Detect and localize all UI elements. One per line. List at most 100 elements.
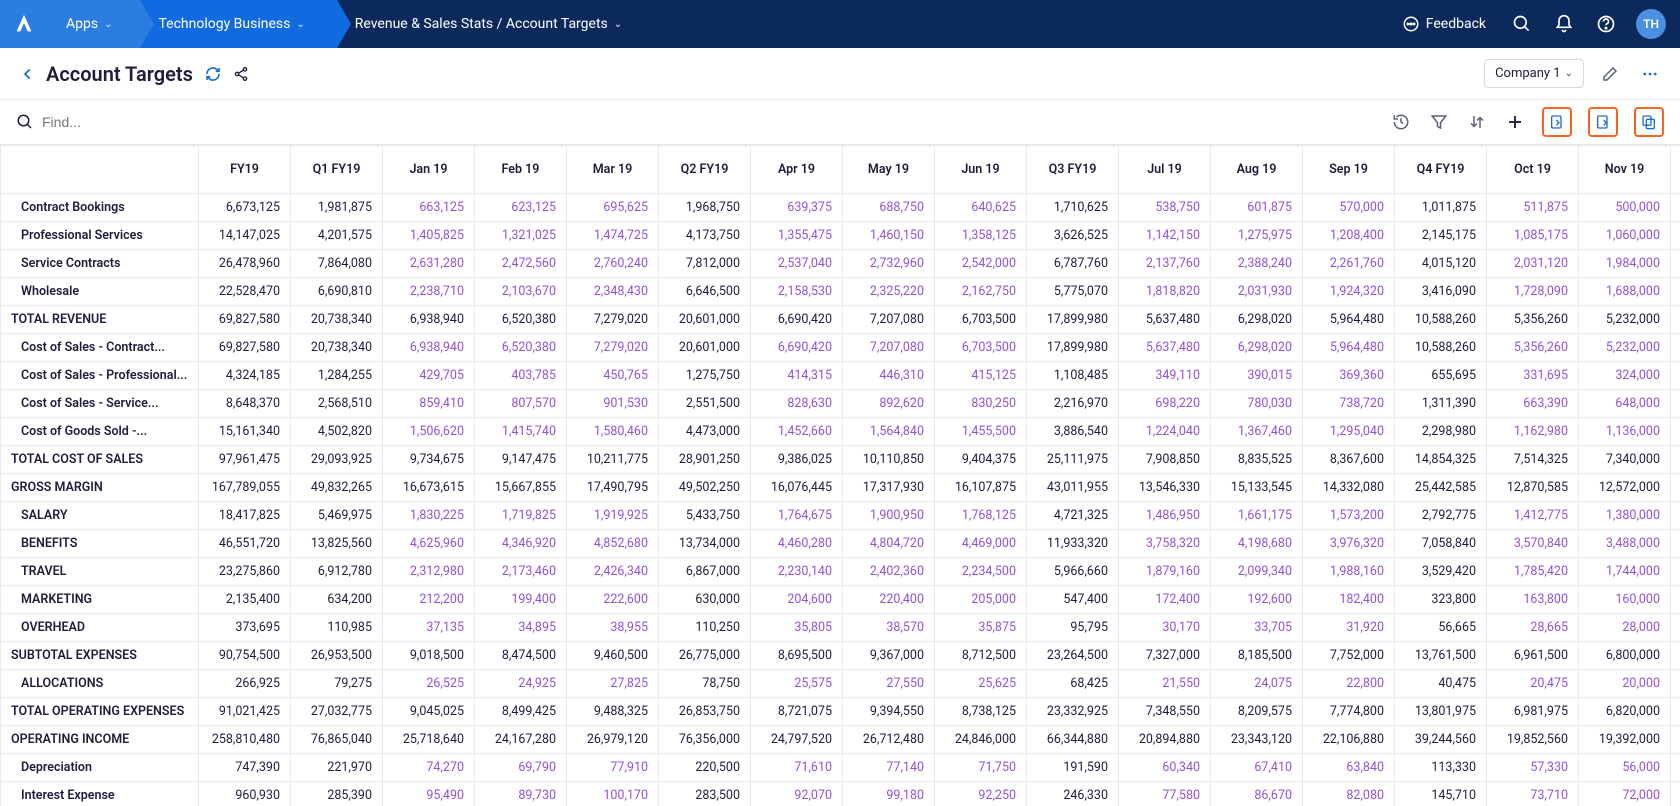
cell[interactable]: 0 bbox=[1671, 782, 1680, 806]
row-label[interactable]: GROSS MARGIN bbox=[1, 474, 199, 502]
cell[interactable]: 3,570,840 bbox=[1487, 530, 1579, 558]
cell[interactable]: 110,985 bbox=[291, 614, 383, 642]
cell[interactable]: 3,758,320 bbox=[1119, 530, 1211, 558]
row-label[interactable]: Cost of Goods Sold -... bbox=[1, 418, 199, 446]
cell[interactable]: 1,460,150 bbox=[843, 222, 935, 250]
cell[interactable]: 30,170 bbox=[1119, 614, 1211, 642]
cell[interactable]: 14,332,080 bbox=[1303, 474, 1395, 502]
cell[interactable]: 6,690,810 bbox=[291, 278, 383, 306]
cell[interactable]: 1,321,025 bbox=[475, 222, 567, 250]
cell[interactable]: 27,550 bbox=[843, 670, 935, 698]
cell[interactable]: 266,925 bbox=[199, 670, 291, 698]
cell[interactable]: 4,460,280 bbox=[751, 530, 843, 558]
search-icon[interactable] bbox=[1510, 12, 1534, 36]
cell[interactable]: 16,076,445 bbox=[751, 474, 843, 502]
cell[interactable]: 10,110,850 bbox=[843, 446, 935, 474]
cell[interactable]: 1,011,875 bbox=[1395, 194, 1487, 222]
edit-icon[interactable] bbox=[1596, 60, 1624, 88]
cell[interactable]: 110,250 bbox=[659, 614, 751, 642]
cell[interactable]: 2,325,220 bbox=[843, 278, 935, 306]
cell[interactable]: 14,854,325 bbox=[1395, 446, 1487, 474]
cell[interactable]: 91,021,425 bbox=[199, 698, 291, 726]
cell[interactable]: 77,910 bbox=[567, 754, 659, 782]
cell[interactable]: 4,173,750 bbox=[659, 222, 751, 250]
cell[interactable]: 570,000 bbox=[1303, 194, 1395, 222]
cell[interactable]: 1,768,125 bbox=[935, 502, 1027, 530]
cell[interactable]: 2,031,120 bbox=[1487, 250, 1579, 278]
row-label[interactable]: Wholesale bbox=[1, 278, 199, 306]
cell[interactable]: 403,785 bbox=[475, 362, 567, 390]
cell[interactable]: 6,800,000 bbox=[1579, 642, 1671, 670]
cell[interactable]: 695,625 bbox=[567, 194, 659, 222]
cell[interactable]: 113,330 bbox=[1395, 754, 1487, 782]
cell[interactable]: 27,825 bbox=[567, 670, 659, 698]
cell[interactable]: 182,400 bbox=[1303, 586, 1395, 614]
cell[interactable]: 1,355,475 bbox=[751, 222, 843, 250]
cell[interactable]: 15,667,855 bbox=[475, 474, 567, 502]
cell[interactable]: 49,832,265 bbox=[291, 474, 383, 502]
cell[interactable]: 2,348,430 bbox=[567, 278, 659, 306]
column-header[interactable]: Sep 19 bbox=[1303, 146, 1395, 194]
cell[interactable]: 6,690,420 bbox=[751, 306, 843, 334]
cell[interactable]: 8,648,370 bbox=[199, 390, 291, 418]
cell[interactable]: 450,765 bbox=[567, 362, 659, 390]
nav-apps[interactable]: Apps ⌄ bbox=[48, 0, 140, 48]
cell[interactable]: 23,275,860 bbox=[199, 558, 291, 586]
cell[interactable]: 7,279,020 bbox=[567, 306, 659, 334]
cell[interactable]: 3,976,320 bbox=[1303, 530, 1395, 558]
row-label[interactable]: Cost of Sales - Contract... bbox=[1, 334, 199, 362]
cell[interactable]: 39,244,560 bbox=[1395, 726, 1487, 754]
cell[interactable]: 0 bbox=[1671, 726, 1680, 754]
column-header[interactable]: Feb 19 bbox=[475, 146, 567, 194]
cell[interactable]: 6,703,500 bbox=[935, 306, 1027, 334]
cell[interactable]: 1,108,485 bbox=[1027, 362, 1119, 390]
cell[interactable]: 3,529,420 bbox=[1395, 558, 1487, 586]
cell[interactable]: 2,568,510 bbox=[291, 390, 383, 418]
history-icon[interactable] bbox=[1390, 111, 1412, 133]
cell[interactable]: 9,488,325 bbox=[567, 698, 659, 726]
cell[interactable]: 5,966,660 bbox=[1027, 558, 1119, 586]
cell[interactable]: 5,232,000 bbox=[1579, 306, 1671, 334]
cell[interactable]: 0 bbox=[1671, 306, 1680, 334]
cell[interactable]: 17,317,930 bbox=[843, 474, 935, 502]
cell[interactable]: 1,358,125 bbox=[935, 222, 1027, 250]
cell[interactable]: 2,099,340 bbox=[1211, 558, 1303, 586]
cell[interactable]: 25,111,975 bbox=[1027, 446, 1119, 474]
cell[interactable]: 25,442,585 bbox=[1395, 474, 1487, 502]
cell[interactable]: 40,475 bbox=[1395, 670, 1487, 698]
cell[interactable]: 0 bbox=[1671, 614, 1680, 642]
column-header[interactable]: Q2 FY19 bbox=[659, 146, 751, 194]
cell[interactable]: 446,310 bbox=[843, 362, 935, 390]
cell[interactable]: 623,125 bbox=[475, 194, 567, 222]
cell[interactable]: 15,133,545 bbox=[1211, 474, 1303, 502]
column-header[interactable]: Q4 FY19 bbox=[1395, 146, 1487, 194]
cell[interactable]: 547,400 bbox=[1027, 586, 1119, 614]
cell[interactable]: 23,264,500 bbox=[1027, 642, 1119, 670]
cell[interactable]: 601,875 bbox=[1211, 194, 1303, 222]
cell[interactable]: 8,499,425 bbox=[475, 698, 567, 726]
cell[interactable]: 22,106,880 bbox=[1303, 726, 1395, 754]
cell[interactable]: 24,075 bbox=[1211, 670, 1303, 698]
cell[interactable]: 0 bbox=[1671, 390, 1680, 418]
cell[interactable]: 20,738,340 bbox=[291, 306, 383, 334]
import-icon[interactable] bbox=[1542, 107, 1572, 137]
cell[interactable]: 4,324,185 bbox=[199, 362, 291, 390]
cell[interactable]: 1,142,150 bbox=[1119, 222, 1211, 250]
cell[interactable]: 4,201,575 bbox=[291, 222, 383, 250]
cell[interactable]: 16,107,875 bbox=[935, 474, 1027, 502]
cell[interactable]: 2,298,980 bbox=[1395, 418, 1487, 446]
column-header[interactable]: Q3 FY19 bbox=[1027, 146, 1119, 194]
cell[interactable]: 5,356,260 bbox=[1487, 306, 1579, 334]
row-label[interactable]: BENEFITS bbox=[1, 530, 199, 558]
cell[interactable]: 7,327,000 bbox=[1119, 642, 1211, 670]
cell[interactable]: 12,870,585 bbox=[1487, 474, 1579, 502]
cell[interactable]: 191,590 bbox=[1027, 754, 1119, 782]
cell[interactable]: 7,774,800 bbox=[1303, 698, 1395, 726]
app-logo[interactable] bbox=[0, 0, 48, 48]
cell[interactable]: 2,402,360 bbox=[843, 558, 935, 586]
cell[interactable]: 663,125 bbox=[383, 194, 475, 222]
cell[interactable]: 283,500 bbox=[659, 782, 751, 806]
column-header[interactable]: May 19 bbox=[843, 146, 935, 194]
cell[interactable]: 25,718,640 bbox=[383, 726, 475, 754]
cell[interactable]: 2,103,670 bbox=[475, 278, 567, 306]
